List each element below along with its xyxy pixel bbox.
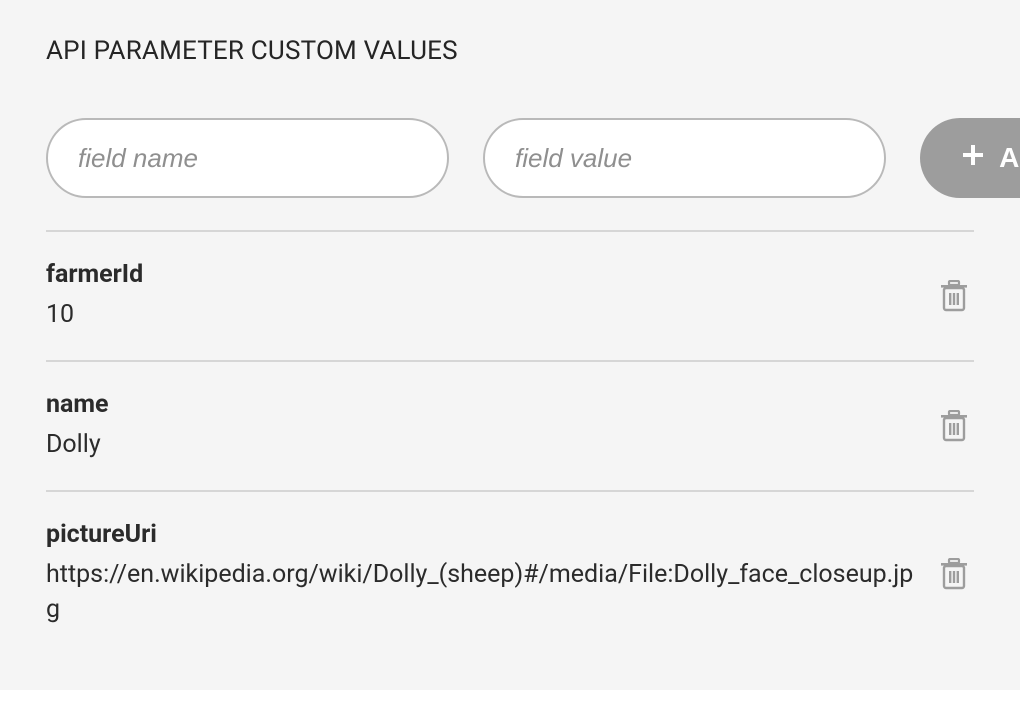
param-name: farmerId <box>46 260 914 289</box>
delete-button[interactable] <box>934 404 974 448</box>
add-param-form: ADD <box>46 118 974 198</box>
plus-icon <box>961 142 985 174</box>
trash-icon <box>940 280 968 312</box>
api-params-panel: API PARAMETER CUSTOM VALUES ADD farmerId… <box>0 0 1020 690</box>
delete-button[interactable] <box>934 274 974 318</box>
param-name: pictureUri <box>46 520 914 549</box>
param-text: pictureUri https://en.wikipedia.org/wiki… <box>46 520 914 627</box>
param-row: name Dolly <box>46 362 974 490</box>
add-button-label: ADD <box>999 142 1020 174</box>
field-name-input[interactable] <box>46 118 449 198</box>
param-text: farmerId 10 <box>46 260 914 332</box>
param-value: https://en.wikipedia.org/wiki/Dolly_(she… <box>46 557 914 627</box>
param-value: Dolly <box>46 427 914 462</box>
param-value: 10 <box>46 297 914 332</box>
trash-icon <box>940 558 968 590</box>
delete-button[interactable] <box>934 552 974 596</box>
add-button[interactable]: ADD <box>920 118 1020 198</box>
param-text: name Dolly <box>46 390 914 462</box>
trash-icon <box>940 410 968 442</box>
field-value-input[interactable] <box>483 118 886 198</box>
param-row: farmerId 10 <box>46 232 974 360</box>
section-title: API PARAMETER CUSTOM VALUES <box>46 36 974 66</box>
param-name: name <box>46 390 914 419</box>
param-row: pictureUri https://en.wikipedia.org/wiki… <box>46 492 974 655</box>
